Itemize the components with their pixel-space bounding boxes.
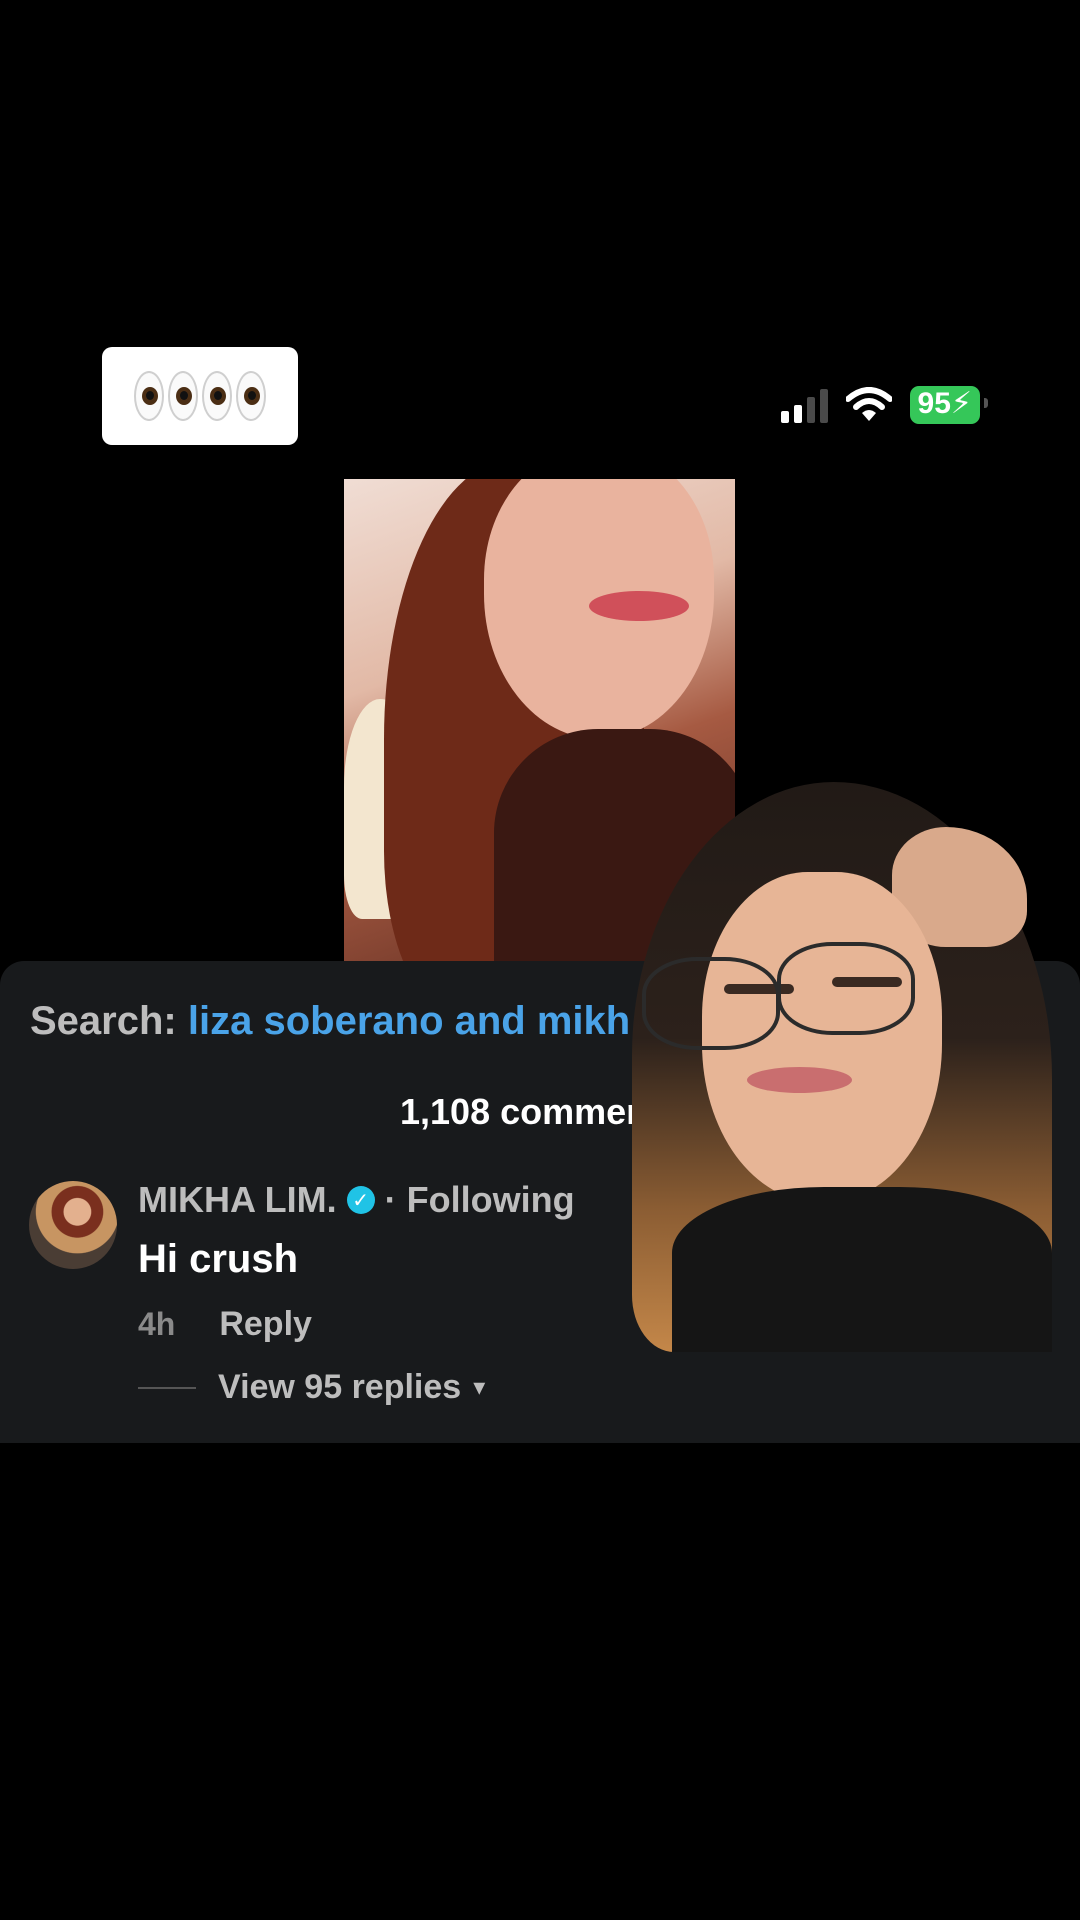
charging-bolt-icon: ⚡ <box>950 387 972 420</box>
battery-level: 95 <box>917 387 951 420</box>
comment-meta: 4h Reply <box>138 1305 312 1344</box>
eyes-emoji-icon <box>134 371 266 421</box>
battery-indicator: 95⚡ <box>909 386 989 424</box>
divider <box>138 1386 196 1389</box>
chevron-down-icon: ▾ <box>473 1374 486 1401</box>
following-label: Following <box>406 1179 575 1220</box>
screen: 95⚡ Search: liza soberano and mikh 1,108… <box>0 0 1080 1920</box>
glasses-icon <box>642 957 780 1050</box>
avatar[interactable] <box>29 1181 117 1269</box>
search-suggestion[interactable]: Search: liza soberano and mikh <box>30 999 630 1044</box>
comment-count: 1,108 comment <box>400 1091 661 1132</box>
eyes-emoji-sticker <box>102 347 298 445</box>
status-bar: 95⚡ <box>780 386 989 424</box>
view-replies-button[interactable]: View 95 replies <box>218 1368 461 1407</box>
creator-overlay-cutout <box>632 782 1052 1352</box>
wifi-icon <box>845 387 892 421</box>
comment-text: Hi crush <box>138 1237 299 1281</box>
comment-username[interactable]: MIKHA LIM. <box>138 1179 337 1221</box>
view-replies-row[interactable]: View 95 replies ▾ <box>138 1368 485 1407</box>
verified-badge-icon: ✓ <box>346 1186 375 1214</box>
reply-button[interactable]: Reply <box>219 1305 312 1344</box>
search-label: Search: <box>30 999 177 1043</box>
cellular-signal-icon <box>780 387 828 423</box>
separator: · <box>384 1179 397 1220</box>
comment-timestamp: 4h <box>138 1306 176 1342</box>
search-query-link[interactable]: liza soberano and mikh <box>188 999 630 1043</box>
comment-author-row: MIKHA LIM. ✓ · Following <box>138 1179 575 1221</box>
